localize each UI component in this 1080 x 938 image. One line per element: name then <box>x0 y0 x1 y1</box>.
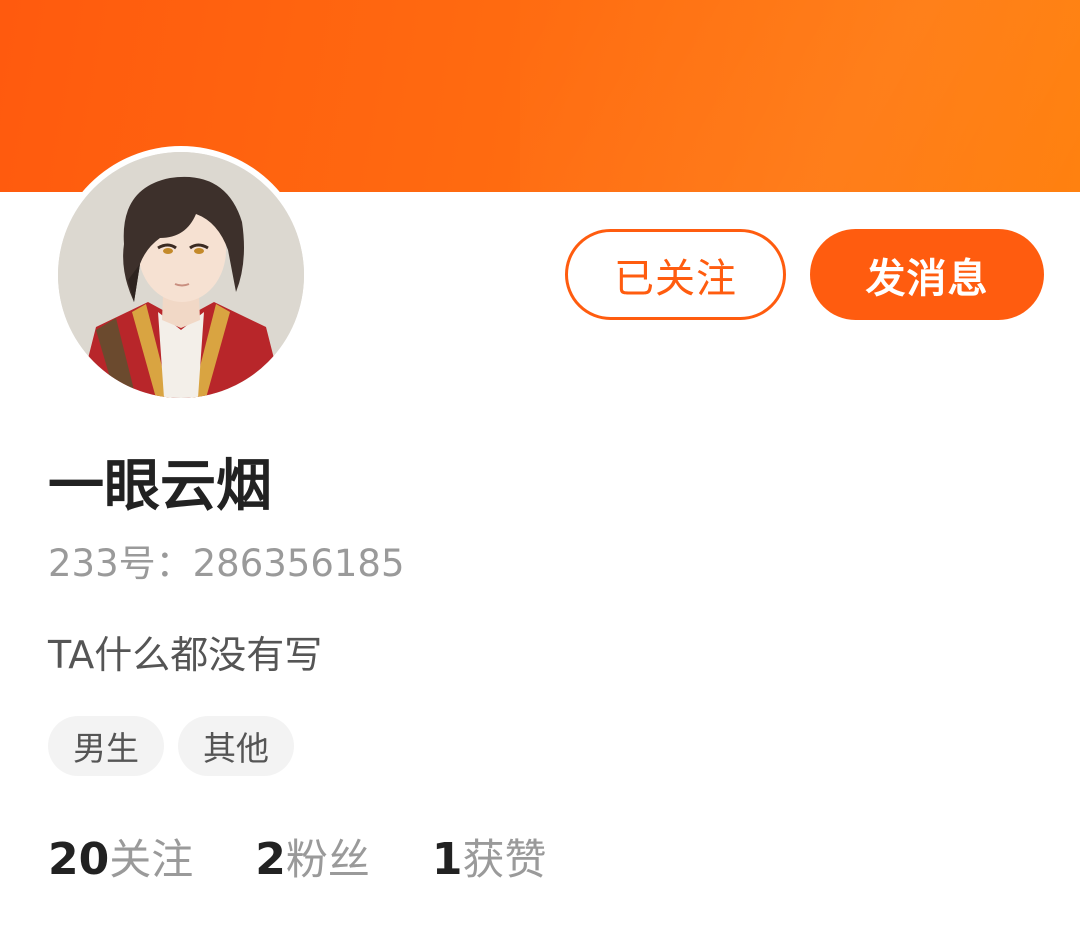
stat-likes-label: 获赞 <box>462 835 547 884</box>
profile-tags: 男生 其他 <box>48 716 294 776</box>
followed-button[interactable]: 已关注 <box>565 229 786 320</box>
stat-likes[interactable]: 1 获赞 <box>432 826 547 887</box>
avatar-frame <box>52 146 310 404</box>
stat-followers-count: 2 <box>255 834 286 885</box>
stat-following[interactable]: 20 关注 <box>48 826 193 887</box>
avatar[interactable] <box>58 152 304 398</box>
followed-button-label: 已关注 <box>614 255 737 302</box>
bio: TA什么都没有写 <box>48 633 323 677</box>
send-message-button-label: 发消息 <box>865 255 989 302</box>
profile-page: 已关注 发消息 一眼云烟 233号：286356185 TA什么都没有写 男生 … <box>0 0 1080 938</box>
profile-stats: 20 关注 2 粉丝 1 获赞 <box>48 826 609 887</box>
stat-followers[interactable]: 2 粉丝 <box>255 826 370 887</box>
user-id: 233号：286356185 <box>48 542 405 585</box>
tag-other: 其他 <box>178 716 294 776</box>
tag-gender: 男生 <box>48 716 164 776</box>
stat-following-label: 关注 <box>109 835 194 884</box>
username: 一眼云烟 <box>48 454 272 519</box>
stat-followers-label: 粉丝 <box>285 835 370 884</box>
stat-likes-count: 1 <box>431 834 463 885</box>
send-message-button[interactable]: 发消息 <box>810 229 1044 320</box>
stat-following-count: 20 <box>48 834 110 885</box>
avatar-illustration <box>58 152 304 398</box>
